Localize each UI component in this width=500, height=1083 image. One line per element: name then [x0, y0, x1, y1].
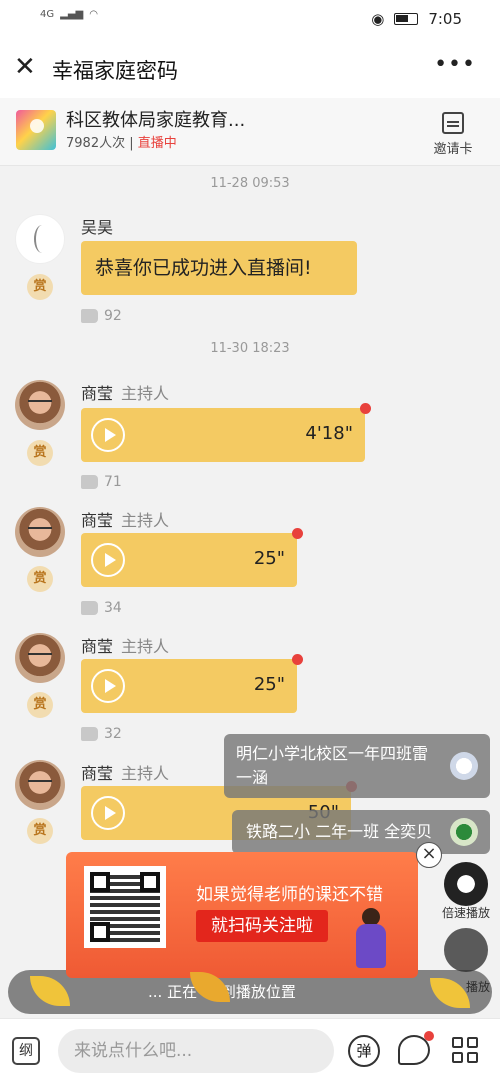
- invite-card-label: 邀请卡: [433, 142, 473, 157]
- title-bar: ✕ 幸福家庭密码 •••: [0, 38, 500, 98]
- close-icon[interactable]: ✕: [14, 54, 36, 80]
- more-icon[interactable]: •••: [434, 52, 476, 77]
- invite-card-icon: [442, 112, 464, 134]
- room-info-bar: 科区教体局家庭教育... 7982人次 | 直播中 邀请卡: [0, 98, 500, 166]
- sender-name: 吴昊: [81, 218, 114, 237]
- follow-promo-banner[interactable]: 如果觉得老师的课还不错 就扫码关注啦: [66, 852, 418, 978]
- page-title: 幸福家庭密码: [52, 59, 178, 83]
- like-button[interactable]: 32: [81, 726, 122, 742]
- host-role-label: 主持人: [121, 511, 170, 530]
- reward-button[interactable]: 赏: [27, 566, 53, 592]
- invite-card-button[interactable]: 邀请卡: [430, 112, 476, 157]
- timestamp: 11-30 18:23: [210, 341, 290, 356]
- unread-dot: [292, 654, 303, 665]
- timestamp: 11-28 09:53: [210, 176, 290, 191]
- voice-message-bubble[interactable]: 25": [81, 654, 303, 713]
- speed-play-label: 倍速播放: [441, 906, 490, 920]
- host-role-label: 主持人: [121, 384, 170, 403]
- clock: 7:05: [428, 10, 462, 28]
- eye-icon: ◉: [371, 10, 385, 28]
- viewer-join-popup: 铁路二小 二年一班 全奕贝: [232, 810, 490, 854]
- status-bar: 4G ▂▄▆ ◠ ◉ 7:05: [0, 0, 500, 38]
- thumbs-up-icon: [81, 727, 98, 741]
- avatar[interactable]: [15, 380, 65, 430]
- play-icon[interactable]: [91, 796, 125, 830]
- viewer-join-popup: 明仁小学北校区一年四班雷一涵: [224, 734, 490, 798]
- chat-bubble-icon[interactable]: [398, 1031, 434, 1065]
- host-role-label: 主持人: [121, 764, 170, 783]
- room-logo: [16, 110, 56, 150]
- bottom-toolbar: 纲 弹: [0, 1018, 500, 1083]
- danmu-toggle-button[interactable]: 弹: [348, 1035, 380, 1067]
- outline-button[interactable]: 纲: [12, 1037, 40, 1065]
- voice-duration: 25": [253, 548, 285, 569]
- close-icon[interactable]: ×: [416, 842, 442, 868]
- sender-name: 商莹: [81, 511, 114, 530]
- promo-text: 如果觉得老师的课还不错: [196, 885, 383, 905]
- avatar[interactable]: [15, 760, 65, 810]
- reward-button[interactable]: 赏: [27, 274, 53, 300]
- play-icon[interactable]: [91, 669, 125, 703]
- reading-girl-illustration: [350, 908, 392, 972]
- room-meta: 7982人次 | 直播中: [66, 136, 177, 151]
- speed-play-button[interactable]: [444, 862, 488, 906]
- avatar[interactable]: [15, 507, 65, 557]
- voice-duration: 25": [253, 674, 285, 695]
- promo-decoration: [30, 972, 470, 1016]
- sender-name: 商莹: [81, 384, 114, 403]
- thumbs-up-icon: [81, 309, 98, 323]
- like-button[interactable]: 71: [81, 474, 122, 490]
- reward-button[interactable]: 赏: [27, 440, 53, 466]
- live-status: 直播中: [137, 136, 177, 151]
- reward-button[interactable]: 赏: [27, 818, 53, 844]
- signal-icon: 4G ▂▄▆ ◠: [40, 9, 98, 20]
- thumbs-up-icon: [81, 475, 98, 489]
- voice-message-bubble[interactable]: 25": [81, 528, 303, 587]
- grid-menu-icon[interactable]: [452, 1037, 480, 1065]
- thumbs-up-icon: [81, 601, 98, 615]
- avatar: [450, 818, 478, 846]
- avatar: [450, 752, 478, 780]
- battery-icon: [394, 13, 419, 25]
- avatar[interactable]: [15, 633, 65, 683]
- unread-dot: [292, 528, 303, 539]
- like-button[interactable]: 34: [81, 600, 122, 616]
- play-icon[interactable]: [91, 543, 125, 577]
- play-icon[interactable]: [91, 418, 125, 452]
- scan-follow-button[interactable]: 就扫码关注啦: [196, 910, 328, 942]
- app-button[interactable]: [444, 928, 488, 972]
- reward-button[interactable]: 赏: [27, 692, 53, 718]
- voice-duration: 4'18": [305, 423, 353, 444]
- like-button[interactable]: 92: [81, 308, 122, 324]
- voice-message-bubble[interactable]: 4'18": [81, 403, 371, 462]
- host-role-label: 主持人: [121, 637, 170, 656]
- qr-code: [84, 866, 166, 948]
- text-message-bubble: 恭喜你已成功进入直播间!: [81, 241, 357, 295]
- sender-name: 商莹: [81, 637, 114, 656]
- room-name[interactable]: 科区教体局家庭教育...: [66, 106, 245, 132]
- sender-name: 商莹: [81, 764, 114, 783]
- avatar[interactable]: [15, 214, 65, 264]
- viewer-count: 7982人次: [66, 136, 126, 151]
- comment-input[interactable]: [58, 1029, 334, 1073]
- unread-dot: [360, 403, 371, 414]
